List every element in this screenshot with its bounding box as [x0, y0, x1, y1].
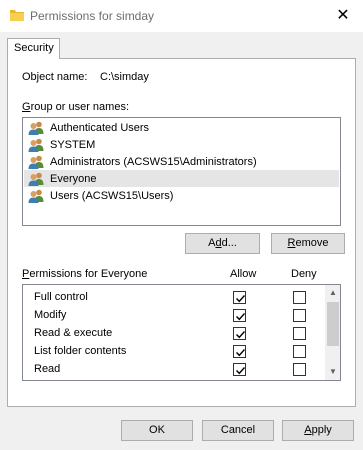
list-item-user[interactable]: Users (ACSWS15\Users)	[24, 187, 339, 204]
list-item-user[interactable]: Authenticated Users	[24, 119, 339, 136]
permission-row: Read	[23, 361, 323, 379]
add-label-post: d...	[221, 237, 237, 249]
apply-button[interactable]: Apply	[282, 420, 354, 441]
deny-checkbox[interactable]	[293, 291, 306, 304]
list-item-label: Users (ACSWS15\Users)	[50, 189, 174, 202]
permission-row: List folder contents	[23, 343, 323, 361]
chevron-up-icon[interactable]: ▲	[325, 285, 340, 301]
close-button[interactable]: ✕	[331, 5, 355, 27]
object-name-value: C:\simday	[100, 71, 149, 83]
scrollbar-thumb[interactable]	[327, 302, 339, 346]
remove-button[interactable]: Remove	[271, 233, 345, 254]
permission-name: Read & execute	[34, 327, 113, 339]
permissions-label: Permissions for Everyone	[22, 268, 148, 280]
ok-button[interactable]: OK	[121, 420, 193, 441]
permissions-scrollbar[interactable]: ▲ ▼	[325, 285, 340, 380]
tab-security[interactable]: Security	[7, 38, 60, 59]
permissions-list[interactable]: Read List folder contents Read & execute Mo…	[22, 284, 341, 381]
permission-row: Read & execute	[23, 325, 323, 343]
allow-checkbox[interactable]	[233, 309, 246, 322]
close-icon: ✕	[336, 7, 350, 24]
permission-row: Full control	[23, 289, 323, 307]
permission-name: Full control	[34, 291, 88, 303]
permission-row: Modify	[23, 307, 323, 325]
user-group-icon	[28, 121, 45, 135]
list-item-user[interactable]: SYSTEM	[24, 136, 339, 153]
allow-checkbox[interactable]	[233, 345, 246, 358]
permission-name: Modify	[34, 309, 67, 321]
folder-icon	[10, 9, 24, 21]
user-group-icon	[28, 138, 45, 152]
permission-name: List folder contents	[34, 345, 127, 357]
permission-name: Read	[34, 363, 61, 375]
add-button[interactable]: Add...	[185, 233, 260, 254]
group-list-label: Group or user names:	[22, 101, 129, 113]
permission-row	[23, 379, 323, 380]
chevron-down-icon[interactable]: ▼	[325, 364, 340, 380]
allow-checkbox[interactable]	[233, 327, 246, 340]
cancel-button[interactable]: Cancel	[202, 420, 274, 441]
remove-label-post: emove	[295, 237, 329, 249]
user-group-icon	[28, 189, 45, 203]
object-name-label: Object name:	[22, 71, 88, 83]
list-item-label: SYSTEM	[50, 138, 96, 151]
deny-checkbox[interactable]	[293, 309, 306, 322]
group-user-list[interactable]: Authenticated Users SYSTEM Administrators …	[22, 117, 341, 226]
deny-checkbox[interactable]	[293, 363, 306, 376]
window-title: Permissions for simday	[30, 9, 155, 23]
list-item-label: Authenticated Users	[50, 121, 150, 134]
apply-label-post: pply	[311, 424, 332, 436]
deny-checkbox[interactable]	[293, 345, 306, 358]
user-group-icon	[28, 155, 45, 169]
list-item-user[interactable]: Everyone	[24, 170, 339, 187]
allow-header: Allow	[230, 268, 257, 280]
allow-checkbox[interactable]	[233, 363, 246, 376]
deny-checkbox[interactable]	[293, 327, 306, 340]
list-item-user[interactable]: Administrators (ACSWS15\Administrators)	[24, 153, 339, 170]
list-item-label: Administrators (ACSWS15\Administrators)	[50, 155, 257, 168]
permissions-label-rest: ermissions for Everyone	[29, 268, 148, 280]
deny-header: Deny	[291, 268, 317, 280]
apply-label-mnemonic: A	[304, 424, 312, 436]
user-group-icon	[28, 172, 45, 186]
allow-checkbox[interactable]	[233, 291, 246, 304]
list-item-label: Everyone	[50, 172, 97, 185]
